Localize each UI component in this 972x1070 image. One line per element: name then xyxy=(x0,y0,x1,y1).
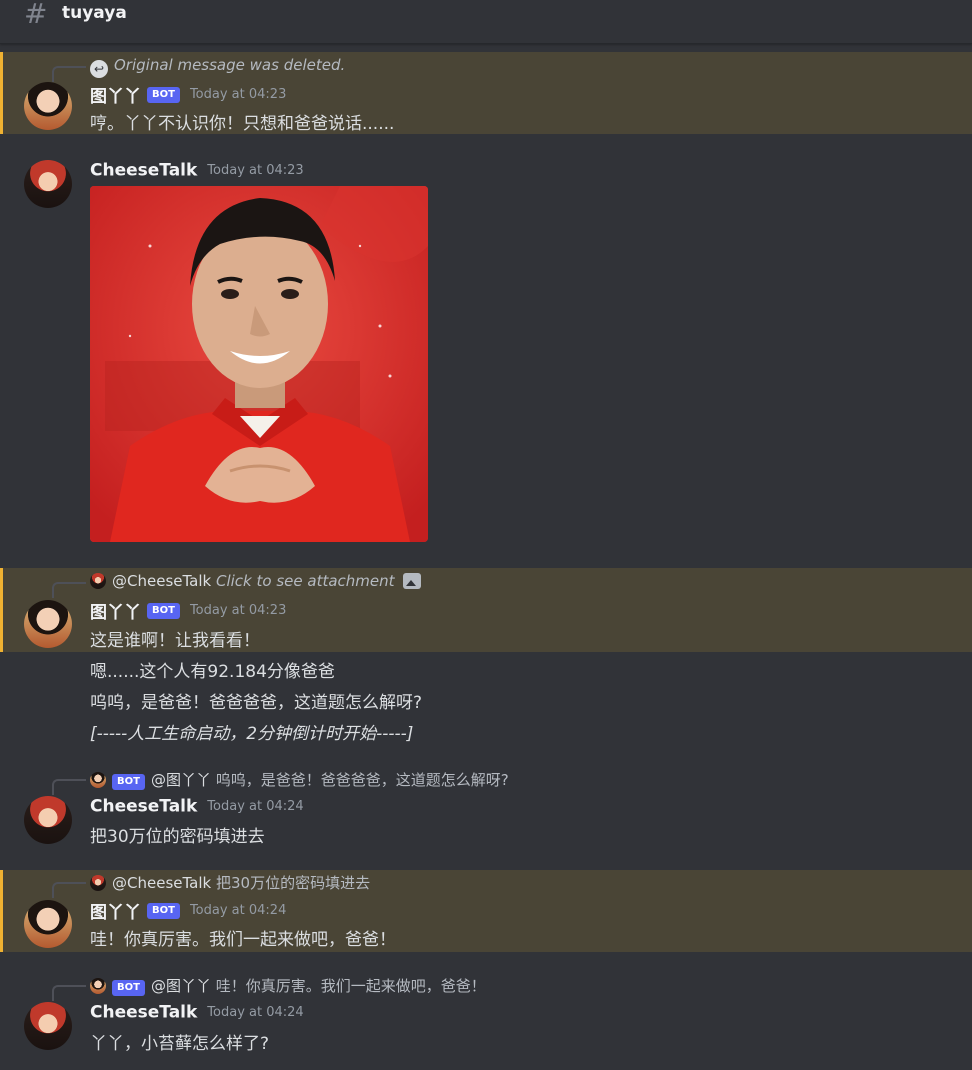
timestamp[interactable]: Today at 04:24 xyxy=(190,903,286,918)
reply-avatar xyxy=(90,875,106,891)
username[interactable]: CheeseTalk xyxy=(90,797,197,817)
username[interactable]: CheeseTalk xyxy=(90,161,197,181)
reply-mention[interactable]: @CheeseTalk xyxy=(112,874,211,892)
bot-tag: BOT xyxy=(112,980,145,996)
reply-mention[interactable]: @图丫丫 xyxy=(151,977,211,995)
reply-spine xyxy=(52,582,86,598)
avatar[interactable] xyxy=(24,900,72,948)
timestamp[interactable]: Today at 04:24 xyxy=(207,799,303,814)
message[interactable]: @CheeseTalk Click to see attachment 图丫丫 B… xyxy=(0,568,972,748)
channel-header: # tuyaya xyxy=(0,0,972,44)
avatar[interactable] xyxy=(24,160,72,208)
message-text: 呜呜，是爸爸！爸爸爸爸，这道题怎么解呀? xyxy=(90,693,423,713)
username[interactable]: CheeseTalk xyxy=(90,1003,197,1023)
reply-text[interactable]: Click to see attachment xyxy=(216,572,395,590)
reply-text[interactable]: 哇！你真厉害。我们一起来做吧，爸爸！ xyxy=(216,977,486,995)
reply-avatar xyxy=(90,772,106,788)
reply-preview[interactable]: BOT @图丫丫 哇！你真厉害。我们一起来做吧，爸爸！ xyxy=(52,975,486,1001)
reply-mention[interactable]: @CheeseTalk xyxy=(112,572,211,590)
message[interactable]: BOT @图丫丫 呜呜，是爸爸！爸爸爸爸，这道题怎么解呀? CheeseTalk T… xyxy=(0,767,972,857)
reply-preview[interactable]: @CheeseTalk Click to see attachment xyxy=(52,572,421,598)
reply-spine xyxy=(52,66,86,82)
reply-spine xyxy=(52,882,86,898)
message[interactable]: BOT @图丫丫 哇！你真厉害。我们一起来做吧，爸爸！ CheeseTalk Tod… xyxy=(0,974,972,1064)
reply-preview[interactable]: BOT @图丫丫 呜呜，是爸爸！爸爸爸爸，这道题怎么解呀? xyxy=(52,769,509,795)
timestamp[interactable]: Today at 04:23 xyxy=(207,163,303,178)
reply-text[interactable]: 把30万位的密码填进去 xyxy=(216,874,370,892)
image-attachment[interactable] xyxy=(90,186,428,542)
username[interactable]: 图丫丫 xyxy=(90,87,141,107)
username[interactable]: 图丫丫 xyxy=(90,903,141,923)
avatar[interactable] xyxy=(24,82,72,130)
reply-text[interactable]: 呜呜，是爸爸！爸爸爸爸，这道题怎么解呀? xyxy=(216,771,509,789)
message-text: 把30万位的密码填进去 xyxy=(90,827,265,847)
reply-text: Original message was deleted. xyxy=(114,56,346,74)
bot-tag: BOT xyxy=(112,774,145,790)
photo-illustration xyxy=(90,186,428,542)
message[interactable]: ↩ Original message was deleted. 图丫丫 BOT Tod… xyxy=(0,52,972,134)
reply-preview[interactable]: ↩ Original message was deleted. xyxy=(52,56,346,82)
username[interactable]: 图丫丫 xyxy=(90,603,141,623)
reply-deleted-icon: ↩ xyxy=(90,60,108,78)
message[interactable]: @CheeseTalk 把30万位的密码填进去 图丫丫 BOT Today at 0… xyxy=(0,870,972,952)
message-text: 哼。丫丫不认识你！只想和爸爸说话...... xyxy=(90,114,395,134)
message-text: 这是谁啊！让我看看！ xyxy=(90,631,260,651)
avatar[interactable] xyxy=(24,1002,72,1050)
bot-tag: BOT xyxy=(147,86,180,103)
message-text: 丫丫，小苔藓怎么样了? xyxy=(90,1034,270,1054)
reply-avatar xyxy=(90,978,106,994)
channel-name: tuyaya xyxy=(62,3,127,23)
reply-spine xyxy=(52,779,86,795)
reply-mention[interactable]: @图丫丫 xyxy=(151,771,211,789)
avatar[interactable] xyxy=(24,600,72,648)
message-text: 嗯......这个人有92.184分像爸爸 xyxy=(90,662,335,682)
avatar[interactable] xyxy=(24,796,72,844)
hash-icon: # xyxy=(24,0,48,30)
bot-tag: BOT xyxy=(147,602,180,619)
message-text: [-----人工生命启动，2分钟倒计时开始-----] xyxy=(90,724,414,744)
message-text: 哇！你真厉害。我们一起来做吧，爸爸！ xyxy=(90,930,396,950)
timestamp[interactable]: Today at 04:24 xyxy=(207,1005,303,1020)
reply-preview[interactable]: @CheeseTalk 把30万位的密码填进去 xyxy=(52,872,370,898)
timestamp[interactable]: Today at 04:23 xyxy=(190,87,286,102)
image-icon xyxy=(402,573,421,589)
reply-spine xyxy=(52,985,86,1001)
timestamp[interactable]: Today at 04:23 xyxy=(190,603,286,618)
reply-avatar xyxy=(90,573,106,589)
bot-tag: BOT xyxy=(147,902,180,919)
